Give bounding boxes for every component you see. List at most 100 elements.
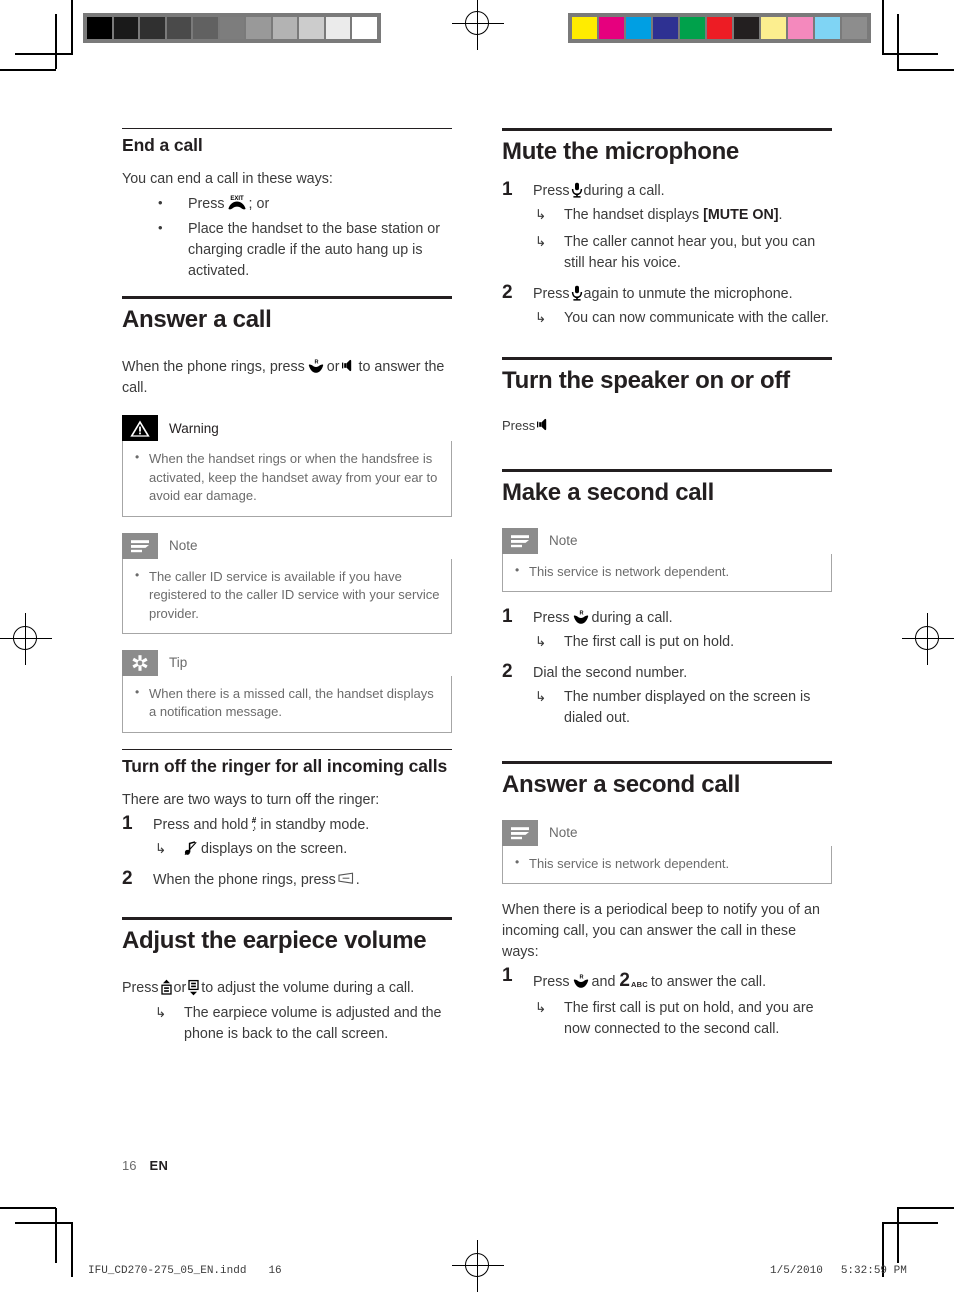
volume-down-icon	[187, 979, 200, 996]
slug-page: 16	[268, 1265, 282, 1277]
step-text-post: .	[355, 872, 360, 889]
step-number: 1	[502, 965, 513, 987]
section-mute-microphone: Mute the microphone 1 Press during a call…	[502, 128, 832, 329]
step-text-post: during a call.	[583, 182, 665, 199]
step-text: When the phone rings, press.	[153, 872, 360, 888]
slug-right: 1/5/2010 5:32:59 PM	[770, 1265, 907, 1277]
earpiece-volume-result: ↳ The earpiece volume is adjusted and the…	[122, 1003, 452, 1045]
arrow-icon: ↳	[535, 233, 547, 249]
earpiece-volume-intro: Press or to adjust the volume during a cal…	[122, 978, 452, 999]
arrow-icon: ↳	[535, 634, 547, 650]
section-turn-off-ringer: Turn off the ringer for all incoming cal…	[122, 748, 452, 891]
result-text: The number displayed on the screen is di…	[564, 689, 811, 727]
arrow-icon: ↳	[535, 206, 547, 222]
step-text-post: in standby mode.	[260, 817, 370, 834]
section-rule	[502, 128, 832, 131]
step-result: ↳ displays on the screen.	[122, 839, 452, 860]
callout-note: Note The caller ID service is available …	[122, 532, 452, 634]
section-rule	[502, 356, 832, 360]
callout-item: This service is network dependent.	[513, 854, 821, 873]
tip-asterisk-icon	[122, 649, 158, 676]
callout-warning: Warning When the handset rings or when t…	[122, 415, 452, 517]
section-answer-second-call: Answer a second call Note This service i…	[502, 761, 832, 1040]
left-column: End a call You can end a call in these w…	[122, 128, 452, 1046]
svg-text:R: R	[579, 975, 583, 981]
step-1: 1 Press Rduring a call.	[502, 606, 832, 629]
heading-mute-microphone: Mute the microphone	[502, 138, 739, 165]
section-turn-speaker: Turn the speaker on or off Press	[502, 356, 832, 435]
step-text: Press again to unmute the microphone.	[533, 285, 793, 302]
step-result: ↳ The handset displays [MUTE ON].	[502, 205, 832, 226]
step-1: 1 Press during a call.	[502, 178, 832, 202]
result-text-post: .	[778, 206, 783, 223]
callout-label: Note	[549, 825, 578, 841]
talk-r-key-icon: R	[307, 358, 325, 374]
heading-make-second-call: Make a second call	[502, 478, 715, 506]
note-lines-icon	[502, 527, 538, 554]
result-text: The earpiece volume is adjusted and the …	[184, 1005, 442, 1043]
step-result: ↳ The caller cannot hear you, but you can…	[502, 232, 832, 274]
answer-call-intro-pre: When the phone rings, press	[122, 359, 305, 376]
callout-label: Warning	[169, 420, 219, 436]
step-number: 1	[502, 178, 513, 200]
list-item: Place the handset to the base station or…	[122, 218, 452, 282]
callout-body: When there is a missed call, the handset…	[122, 675, 452, 733]
callout-note: Note This service is network dependent.	[502, 527, 832, 593]
step-text: Press and hold # ♪ in standby mode.	[153, 816, 370, 834]
callout-tab: Tip	[122, 649, 452, 676]
heading-turn-speaker: Turn the speaker on or off	[502, 366, 790, 394]
arrow-icon: ↳	[155, 841, 167, 857]
heading-answer-a-call: Answer a call	[122, 306, 272, 334]
svg-text:R: R	[314, 360, 318, 366]
result-text: The first call is put on hold, and you a…	[564, 1000, 814, 1038]
result-text: The first call is put on hold.	[564, 634, 735, 651]
step-1: 1 Press Rand 2ABC to answer the call.	[502, 965, 832, 995]
end-call-intro: You can end a call in these ways:	[122, 171, 333, 188]
earpiece-intro-mid: or	[173, 980, 187, 997]
callout-item: This service is network dependent.	[513, 562, 821, 581]
step-number: 1	[122, 813, 133, 835]
callout-item: When there is a missed call, the handset…	[133, 684, 441, 722]
section-earpiece-volume: Adjust the earpiece volume Press or to adj…	[122, 917, 452, 1045]
step-result: ↳ The first call is put on hold.	[502, 632, 832, 653]
turn-off-ringer-intro: There are two ways to turn off the ringe…	[122, 792, 380, 809]
folio-language: EN	[149, 1158, 169, 1173]
step-result: ↳ The first call is put on hold, and you …	[502, 998, 832, 1040]
slug-date: 1/5/2010	[770, 1265, 823, 1277]
step-text-pre: Press	[533, 974, 570, 991]
step-text-post: to answer the call.	[650, 974, 767, 991]
digit-2-label: 2	[619, 970, 630, 992]
earpiece-intro-pre: Press	[122, 980, 159, 997]
result-text: You can now communicate with the caller.	[564, 309, 829, 326]
slug-left: IFU_CD270-275_05_EN.indd 16	[88, 1265, 282, 1277]
list-item: Press EXIT ; or	[122, 193, 452, 215]
bullet-text-press: Press	[188, 196, 225, 213]
callout-tab: Note	[122, 532, 452, 559]
step-text-post: again to unmute the microphone.	[583, 285, 793, 302]
folio-page-number: 16	[122, 1158, 137, 1173]
section-rule	[502, 468, 832, 472]
right-column: Mute the microphone 1 Press during a call…	[502, 128, 832, 1041]
result-text: The caller cannot hear you, but you can …	[564, 233, 816, 271]
speaker-icon	[537, 417, 552, 432]
slug-filename: IFU_CD270-275_05_EN.indd	[88, 1265, 247, 1277]
section-rule	[122, 128, 452, 129]
mute-mic-icon	[571, 285, 583, 301]
heading-end-a-call: End a call	[122, 135, 203, 155]
callout-body: When the handset rings or when the hands…	[122, 441, 452, 517]
step-number: 2	[122, 868, 133, 890]
arrow-icon: ↳	[535, 1000, 547, 1016]
step-number: 1	[502, 606, 513, 628]
callout-item: The caller ID service is available if yo…	[133, 567, 441, 623]
earpiece-intro-post: to adjust the volume during a call.	[201, 980, 415, 997]
answer-second-call-intro: When there is a periodical beep to notif…	[502, 902, 820, 961]
softkey-icon	[338, 872, 354, 885]
callout-tip: Tip When there is a missed call, the han…	[122, 649, 452, 733]
step-2: 2 Dial the second number.	[502, 661, 832, 684]
manual-page: End a call You can end a call in these w…	[0, 0, 954, 1291]
step-text: Press during a call.	[533, 182, 665, 199]
arrow-icon: ↳	[155, 1005, 167, 1021]
note-lines-icon	[502, 819, 538, 846]
step-text-mid: and	[591, 974, 616, 991]
callout-label: Note	[549, 533, 578, 549]
